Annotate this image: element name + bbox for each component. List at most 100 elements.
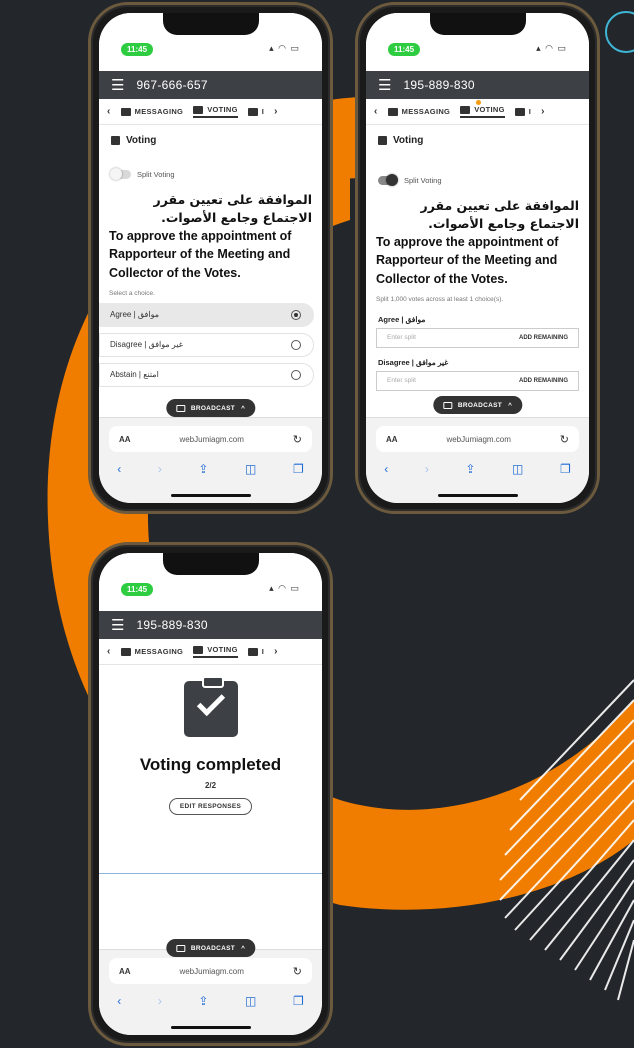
back-icon[interactable]: ‹ [117,462,121,476]
chevron-left-icon[interactable]: ‹ [107,646,111,657]
forward-icon[interactable]: › [158,994,162,1008]
tab-messaging-label: MESSAGING [134,647,184,656]
chevron-right-icon[interactable]: › [274,646,278,657]
edit-responses-button[interactable]: EDIT RESPONSES [168,798,253,815]
url-bar[interactable]: AA webJumiagm.com ↻ [376,426,579,452]
chevron-left-icon[interactable]: ‹ [374,106,378,117]
choice-label: Agree | موافق [110,310,160,320]
phone-1-screen: 11:45 ▴ ◠ ▭ ☰ 967-666-657 ‹ MESSAGING VO… [99,13,322,503]
split-voting-toggle[interactable] [110,168,131,180]
back-icon[interactable]: ‹ [117,994,121,1008]
url-bar[interactable]: AA webJumiagm.com ↻ [109,958,312,984]
cast-icon [175,944,185,952]
question-arabic: الموافقة على تعيين مقرر الاجتماع وجامع ا… [153,192,313,226]
hamburger-icon[interactable]: ☰ [378,78,391,93]
back-icon[interactable]: ‹ [384,462,388,476]
url-text: webJumiagm.com [179,434,244,444]
tab-bar: ‹ MESSAGING VOTING I › [366,99,589,125]
chart-icon [378,136,387,145]
home-indicator [170,1026,251,1029]
signal-wifi-battery-icon: ▴ ◠ ▭ [269,583,300,593]
chevron-right-icon[interactable]: › [274,106,278,117]
text-size-button[interactable]: AA [119,967,131,976]
bookmarks-icon[interactable]: ◫ [245,462,256,476]
radio-button[interactable] [291,309,301,320]
broadcast-button[interactable]: BROADCAST ^ [432,396,523,414]
hamburger-icon[interactable]: ☰ [111,78,124,93]
choice-disagree[interactable]: Disagree | غير موافق [99,332,314,357]
tabs-icon[interactable]: ❐ [293,994,304,1008]
share-icon[interactable]: ⇪ [465,462,475,476]
choice-label: Abstain | امتنع [110,370,159,380]
tab-messaging[interactable]: MESSAGING [120,107,184,116]
split-input-disagree[interactable]: Enter split ADD REMAINING [376,370,579,391]
tab-documents[interactable]: I [514,107,531,116]
choice-abstain[interactable]: Abstain | امتنع [99,362,314,387]
section-title-text: Voting [393,135,424,146]
chevron-left-icon[interactable]: ‹ [107,106,111,117]
broadcast-label: BROADCAST [457,401,503,409]
status-time: 11:45 [121,583,154,596]
message-icon [387,107,398,116]
forward-icon[interactable]: › [158,462,162,476]
split-voting-toggle-row[interactable]: Split Voting [99,168,322,180]
tab-voting[interactable]: VOTING [193,645,238,658]
section-title: Voting [99,125,322,156]
tab-voting-label: VOTING [207,105,238,114]
tab-messaging[interactable]: MESSAGING [120,647,184,656]
tab-documents-label: I [261,107,265,116]
text-size-button[interactable]: AA [386,435,398,444]
tab-messaging[interactable]: MESSAGING [387,107,451,116]
add-remaining-button[interactable]: ADD REMAINING [519,335,568,341]
app-bar: ☰ 195-889-830 [99,611,322,639]
notch [162,553,259,575]
tab-voting[interactable]: VOTING [460,100,505,118]
radio-button[interactable] [291,369,301,380]
tab-voting[interactable]: VOTING [193,105,238,118]
status-time: 11:45 [121,43,154,56]
forward-icon[interactable]: › [425,462,429,476]
split-voting-label: Split Voting [137,170,175,179]
question-english: To approve the appointment of Rapporteur… [109,229,292,280]
tab-messaging-label: MESSAGING [401,107,451,116]
notch [429,13,526,35]
bookmarks-icon[interactable]: ◫ [512,462,523,476]
phone-2-screen: 11:45 ▴ ◠ ▭ ☰ 195-889-830 ‹ MESSAGING VO… [366,13,589,503]
tab-voting-label: VOTING [207,645,238,654]
share-icon[interactable]: ⇪ [198,462,208,476]
choice-agree[interactable]: Agree | موافق [99,302,314,327]
safari-nav: ‹ › ⇪ ◫ ❐ [99,462,322,476]
tab-bar: ‹ MESSAGING VOTING I › [99,99,322,125]
radio-button[interactable] [291,339,301,350]
broadcast-button[interactable]: BROADCAST ^ [165,399,256,417]
reload-icon[interactable]: ↻ [293,965,302,978]
tab-bar: ‹ MESSAGING VOTING I › [99,639,322,665]
chevron-right-icon[interactable]: › [541,106,545,117]
safari-toolbar: AA webJumiagm.com ↻ ‹ › ⇪ ◫ ❐ [99,949,322,1035]
text-size-button[interactable]: AA [119,435,131,444]
hamburger-icon[interactable]: ☰ [111,618,124,633]
split-input-agree[interactable]: Enter split ADD REMAINING [376,327,579,348]
split-input[interactable]: Enter split [387,377,416,384]
chevron-up-icon: ^ [241,404,246,412]
reload-icon[interactable]: ↻ [560,433,569,446]
question-arabic: الموافقة على تعيين مقرر الاجتماع وجامع ا… [420,198,580,232]
share-icon[interactable]: ⇪ [198,994,208,1008]
add-remaining-button[interactable]: ADD REMAINING [519,378,568,384]
tab-documents[interactable]: I [247,107,265,116]
bookmarks-icon[interactable]: ◫ [245,994,256,1008]
tabs-icon[interactable]: ❐ [293,462,304,476]
document-icon [247,647,258,656]
url-bar[interactable]: AA webJumiagm.com ↻ [109,426,312,452]
split-voting-toggle[interactable] [378,174,398,186]
tabs-icon[interactable]: ❐ [560,462,571,476]
chevron-up-icon: ^ [241,944,246,952]
tab-documents[interactable]: I [247,647,264,656]
split-label-agree: Agree | موافق [378,314,426,324]
split-voting-toggle-row[interactable]: Split Voting [366,174,589,186]
chart-icon [460,105,471,114]
broadcast-label: BROADCAST [190,944,236,952]
split-input[interactable]: Enter split [387,334,416,341]
broadcast-button[interactable]: BROADCAST ^ [165,939,256,957]
reload-icon[interactable]: ↻ [293,433,302,446]
